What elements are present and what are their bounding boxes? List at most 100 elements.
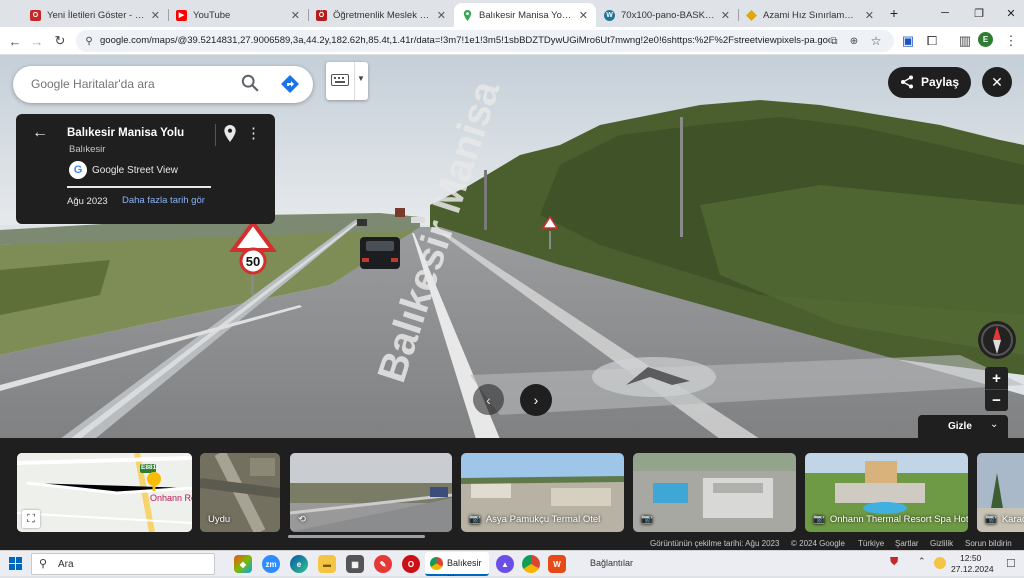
chrome-pinned-icon[interactable] [522,555,540,573]
tab-azami-hiz[interactable]: Azami Hız Sınırlaması Levhası ✕ [738,3,882,27]
opera-icon[interactable]: O [402,555,420,573]
camera-icon: 📷 [641,514,653,525]
browser-toolbar: ← → ↻ ⚲ google.com/maps/@39.5214831,27.9… [0,27,1024,55]
back-arrow-icon[interactable]: ← [32,124,48,142]
address-bar[interactable]: ⚲ google.com/maps/@39.5214831,27.9006589… [76,30,894,52]
keyboard-shortcuts-button[interactable]: ▼ [326,62,368,100]
tab-google-maps[interactable]: Balıkesir Manisa Yolu - Google ✕ [454,3,596,27]
share-button[interactable]: Paylaş [888,67,971,98]
divider [215,124,216,146]
search-icon[interactable] [241,74,259,95]
paint-app-icon[interactable]: ✎ [374,555,392,573]
map-thumbnail[interactable]: E881 Onhann Resort S... ⛶ [17,453,192,532]
taskbar-chrome-window[interactable]: Balıkesir ... [425,552,489,578]
windows-start-icon[interactable] [9,557,22,573]
tab-ogretmenlik[interactable]: Ö Öğretmenlik Meslek Kanunu ✕ [308,3,454,27]
zoom-app-icon[interactable]: zm [262,555,280,573]
new-tab-button[interactable]: + [879,4,909,22]
copilot-icon[interactable]: ◆ [234,555,252,573]
compass-icon[interactable] [978,321,1016,359]
more-dates-link[interactable]: Daha fazla tarih gör [122,195,205,206]
camera-icon: 📷 [985,514,997,525]
extension-icon[interactable]: ▣ [898,31,918,51]
calculator-icon[interactable]: ▦ [346,555,364,573]
tab-close-icon[interactable]: ✕ [291,9,300,22]
back-icon[interactable]: ← [5,31,25,51]
chevron-down-icon[interactable]: ▼ [357,74,365,83]
tab-otoclub[interactable]: O Yeni İletileri Göster - Oto Club ✕ [22,3,168,27]
directions-icon[interactable] [280,74,300,97]
menu-kebab-icon[interactable]: ⋮ [1001,31,1021,51]
map-road-label: E881 [141,464,157,471]
capture-date: Ağu 2023 [67,196,108,207]
notification-icon[interactable]: ☐ [1006,557,1016,570]
tab-close-icon[interactable]: ✕ [865,9,874,22]
zoom-icon[interactable]: ⊕ [846,33,862,49]
timeline-bar [67,186,211,188]
maps-search-box[interactable] [13,66,313,103]
hide-strip-button[interactable]: Gizle ⌄ [918,415,1008,439]
restore-icon[interactable]: ❐ [964,4,994,22]
photo-thumbnail-asya[interactable]: 📷 Asya Pamukçu Termal Otel [461,453,624,532]
tab-title: Yeni İletileri Göster - Oto Club [47,9,145,21]
tab-title: Azami Hız Sınırlaması Levhası [763,9,859,21]
next-photo-icon[interactable]: › [520,384,552,416]
previous-photo-icon[interactable]: ‹ [473,384,504,415]
connections-label[interactable]: Bağlantılar [590,558,633,568]
thumbnail-label: Uydu [208,514,231,525]
wordpress-favicon: W [604,9,615,21]
chevron-up-icon[interactable]: ⌃ [918,556,926,567]
location-pin-icon[interactable] [223,125,237,145]
forward-icon[interactable]: → [27,31,47,51]
tab-title: YouTube [193,9,231,21]
minimize-icon[interactable]: ─ [930,4,960,22]
side-panel-icon[interactable]: ▥ [955,31,975,51]
country-link[interactable]: Türkiye [858,539,884,548]
tab-close-icon[interactable]: ✕ [579,9,588,22]
clock-time[interactable]: 12:50 [960,553,981,563]
install-app-icon[interactable]: ⧉ [826,33,842,49]
photo-thumbnail-onhann[interactable]: 📷 Onhann Thermal Resort Spa Hotel [805,453,968,532]
bookmark-star-icon[interactable]: ☆ [868,33,884,49]
expand-map-icon[interactable]: ⛶ [22,510,40,528]
thumbnail-label: 📷Karaca [985,514,1024,525]
taskbar-search[interactable]: ⚲ Ara [31,553,215,575]
vpn-icon[interactable]: ▲ [496,555,514,573]
hide-label: Gizle [948,421,972,432]
tab-pano-baski[interactable]: W 70x100-pano-BASKI.cdr ✕ [596,3,738,27]
profile-avatar[interactable]: E [978,32,993,47]
street-view-panorama[interactable]: Balıkesir Manisa 50 [0,55,1024,439]
taskbar-search-label: Ara [58,559,74,570]
photo-thumbnail-aerial[interactable]: 📷 [633,453,796,532]
tab-title: Öğretmenlik Meslek Kanunu [333,9,431,21]
reload-icon[interactable]: ↻ [50,31,70,51]
tab-youtube[interactable]: ▶ YouTube ✕ [168,3,308,27]
edge-icon[interactable]: e [290,555,308,573]
zoom-in-button[interactable]: + [985,367,1008,389]
tab-close-icon[interactable]: ✕ [437,9,446,22]
more-vert-icon[interactable]: ⋮ [246,124,261,142]
tab-close-icon[interactable]: ✕ [721,9,730,22]
zoom-out-button[interactable]: − [985,389,1008,411]
privacy-link[interactable]: Gizlilik [930,539,953,548]
street-view-thumbnail[interactable]: ⟲ [290,453,452,532]
site-info-icon[interactable]: ⚲ [81,33,97,49]
url-text[interactable]: google.com/maps/@39.5214831,27.9006589,3… [100,35,830,46]
search-icon: ⚲ [39,558,48,570]
file-explorer-icon[interactable]: ▬ [318,555,336,573]
wps-office-icon[interactable]: W [548,555,566,573]
satellite-thumbnail[interactable]: Uydu [200,453,280,532]
tab-close-icon[interactable]: ✕ [151,9,160,22]
window-close-icon[interactable]: ✕ [996,4,1024,22]
weather-icon[interactable] [934,557,946,569]
road-sign-favicon [746,9,757,21]
extensions-puzzle-icon[interactable]: ⧠ [922,31,942,51]
clock-date[interactable]: 27.12.2024 [951,564,994,574]
terms-link[interactable]: Şartlar [895,539,919,548]
report-link[interactable]: Sorun bildirin [965,539,1012,548]
search-input[interactable] [31,77,231,91]
security-shield-icon[interactable]: ⛊ [890,556,898,569]
close-street-view-icon[interactable]: ✕ [982,67,1012,97]
share-icon [900,75,914,92]
photo-thumbnail-karaca[interactable]: 📷Karaca [977,453,1024,532]
